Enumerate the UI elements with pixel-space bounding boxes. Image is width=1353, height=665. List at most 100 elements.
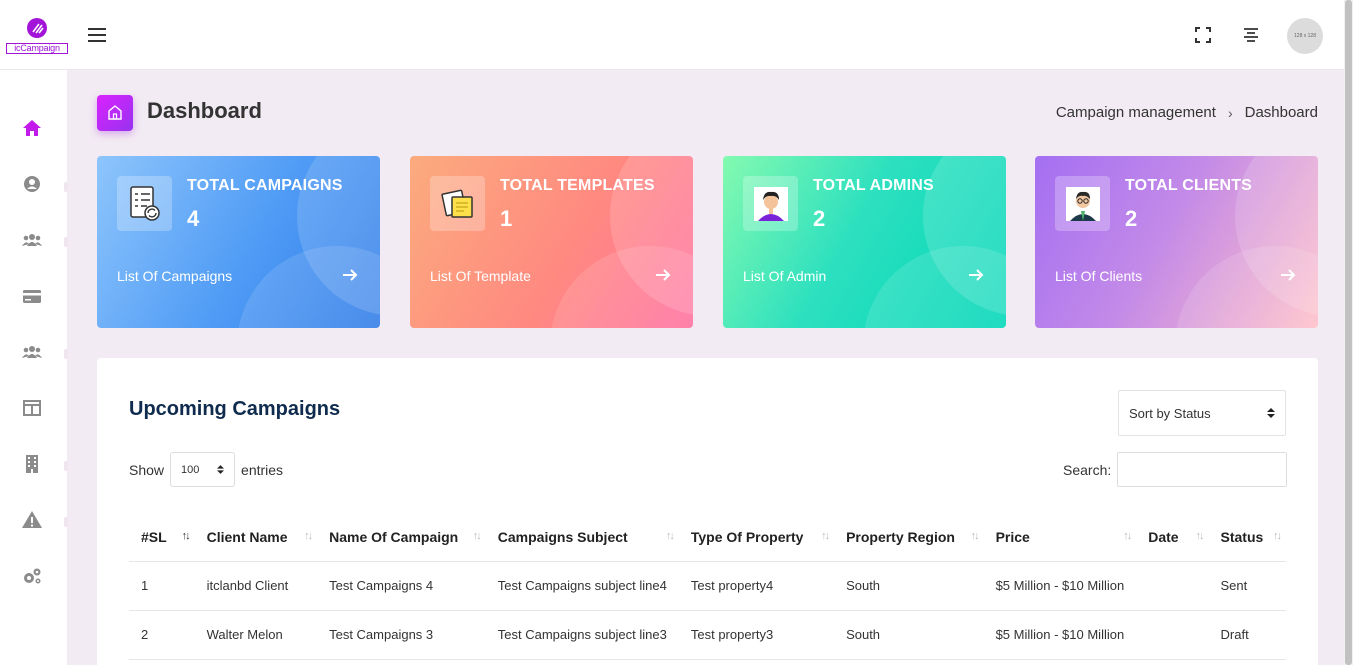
column-header-status[interactable]: Status ↑↓ (1208, 513, 1286, 562)
fullscreen-icon[interactable] (1195, 27, 1211, 43)
sidebar-indicator (64, 517, 68, 527)
panel-title: Upcoming Campaigns (129, 398, 341, 420)
menu-toggle-icon[interactable] (88, 28, 106, 42)
cell-property-type: Test property4 (678, 561, 835, 611)
sort-icon: ↑↓ (970, 530, 980, 542)
stat-card-campaigns: TOTAL CAMPAIGNS 4 List Of Campaigns (97, 156, 380, 328)
checklist-icon (117, 176, 172, 231)
cell-status: Draft (1208, 610, 1286, 660)
logo-mark-icon (27, 18, 47, 38)
column-header-subject[interactable]: Campaigns Subject ↑↓ (485, 513, 679, 562)
arrow-right-icon[interactable] (968, 267, 984, 283)
top-bar: icCampaign 128 x 128 (0, 0, 1353, 70)
cell-date (1136, 610, 1209, 660)
logo-text: icCampaign (6, 43, 68, 54)
card-count: 2 (813, 206, 826, 231)
column-header-property-region[interactable]: Property Region ↑↓ (834, 513, 984, 562)
sort-select-value: Sort by Status (1129, 405, 1211, 421)
avatar[interactable]: 128 x 128 (1287, 18, 1323, 54)
column-header-sl[interactable]: #SL ↑↓ (129, 513, 195, 562)
sort-icon: ↑↓ (1123, 530, 1132, 542)
cell-campaign-name: Test Campaigns 4 (317, 561, 486, 611)
cell-client-name: Walter Melon (194, 610, 318, 660)
card-count: 1 (500, 206, 513, 231)
card-link[interactable]: List Of Campaigns (117, 268, 232, 284)
cell-sl: 2 (129, 610, 195, 660)
entries-select[interactable]: 100 (170, 452, 236, 487)
cell-subject: Test Campaigns subject line4 (485, 561, 679, 611)
home-icon[interactable] (21, 117, 43, 139)
sort-status-select[interactable]: Sort by Status (1118, 390, 1286, 436)
layout-icon[interactable] (21, 397, 43, 419)
table-row[interactable]: 1 itclanbd Client Test Campaigns 4 Test … (129, 561, 1286, 611)
users-icon[interactable] (21, 229, 43, 251)
search-input[interactable] (1117, 452, 1288, 487)
stat-card-clients: TOTAL CLIENTS 2 List Of Clients (1035, 156, 1318, 328)
vertical-scrollbar[interactable] (1344, 0, 1353, 665)
show-label: Show (129, 461, 165, 478)
cell-property-region: South (834, 561, 984, 611)
sort-icon: ↑↓ (472, 530, 482, 542)
arrow-right-icon[interactable] (655, 267, 671, 283)
user-circle-icon[interactable] (21, 173, 43, 195)
card-title: TOTAL TEMPLATES (500, 177, 655, 194)
card-link[interactable]: List Of Admin (743, 268, 826, 284)
breadcrumb: Campaign management › Dashboard (1056, 104, 1318, 121)
sticky-notes-icon (430, 176, 485, 231)
card-count: 4 (187, 206, 200, 231)
cell-client-name: itclanbd Client (194, 561, 318, 611)
settings-gears-icon[interactable] (21, 565, 43, 587)
upcoming-campaigns-panel: Upcoming Campaigns Sort by Status Show 1… (97, 358, 1318, 665)
show-entries-control: Show 100 entries (129, 452, 283, 487)
arrow-right-icon[interactable] (342, 267, 358, 283)
align-center-icon[interactable] (1243, 27, 1259, 43)
card-title: TOTAL CAMPAIGNS (187, 177, 343, 194)
cell-price: $5 Million - $10 Million (983, 610, 1137, 660)
card-link[interactable]: List Of Clients (1055, 268, 1142, 284)
column-header-date[interactable]: Date ↑↓ (1136, 513, 1209, 562)
card-link[interactable]: List Of Template (430, 268, 531, 284)
sidebar (0, 70, 68, 665)
column-header-property-type[interactable]: Type Of Property ↑↓ (678, 513, 835, 562)
stat-card-admins: TOTAL ADMINS 2 List Of Admin (723, 156, 1006, 328)
table-header-row: #SL ↑↓ Client Name ↑↓ Name Of Campaign ↑↓ C… (129, 513, 1286, 562)
cell-date (1136, 561, 1209, 611)
stat-card-templates: TOTAL TEMPLATES 1 List Of Template (410, 156, 693, 328)
sort-icon: ↑↓ (1195, 530, 1205, 542)
sort-icon: ↑↓ (304, 530, 313, 542)
entries-label: entries (241, 461, 284, 478)
breadcrumb-link[interactable]: Campaign management (1056, 104, 1216, 121)
cell-subject: Test Campaigns subject line3 (485, 610, 679, 660)
arrow-right-icon[interactable] (1280, 267, 1296, 283)
cell-price: $5 Million - $10 Million (983, 561, 1137, 611)
users-icon[interactable] (21, 341, 43, 363)
card-title: TOTAL CLIENTS (1125, 177, 1253, 194)
cell-campaign-name: Test Campaigns 3 (317, 610, 486, 660)
brand-logo[interactable]: icCampaign (6, 18, 68, 56)
sidebar-indicator (64, 461, 68, 471)
cell-property-type: Test property3 (678, 610, 835, 660)
sidebar-indicator (64, 237, 68, 247)
building-icon[interactable] (21, 453, 43, 475)
column-header-client-name[interactable]: Client Name ↑↓ (194, 513, 318, 562)
sort-icon: ↑↓ (1273, 530, 1282, 542)
card-count: 2 (1125, 206, 1138, 231)
dashboard-header-icon (97, 95, 133, 131)
warning-icon[interactable] (21, 509, 43, 531)
select-arrows-icon (217, 465, 225, 474)
breadcrumb-current: Dashboard (1244, 104, 1318, 121)
cell-sl: 1 (129, 561, 195, 611)
table-row[interactable]: 2 Walter Melon Test Campaigns 3 Test Cam… (129, 610, 1286, 660)
sort-icon: ↑↓ (821, 530, 830, 542)
admin-avatar-icon (743, 176, 798, 231)
entries-value: 100 (181, 463, 200, 476)
sidebar-indicator (64, 182, 68, 192)
column-header-price[interactable]: Price ↑↓ (983, 513, 1137, 562)
card-title: TOTAL ADMINS (813, 177, 934, 194)
sidebar-indicator (64, 349, 68, 359)
chevron-right-icon: › (1227, 104, 1233, 121)
client-avatar-icon (1055, 176, 1110, 231)
campaigns-table: #SL ↑↓ Client Name ↑↓ Name Of Campaign ↑↓ C… (129, 513, 1286, 660)
column-header-campaign-name[interactable]: Name Of Campaign ↑↓ (317, 513, 486, 562)
credit-card-icon[interactable] (21, 285, 43, 307)
